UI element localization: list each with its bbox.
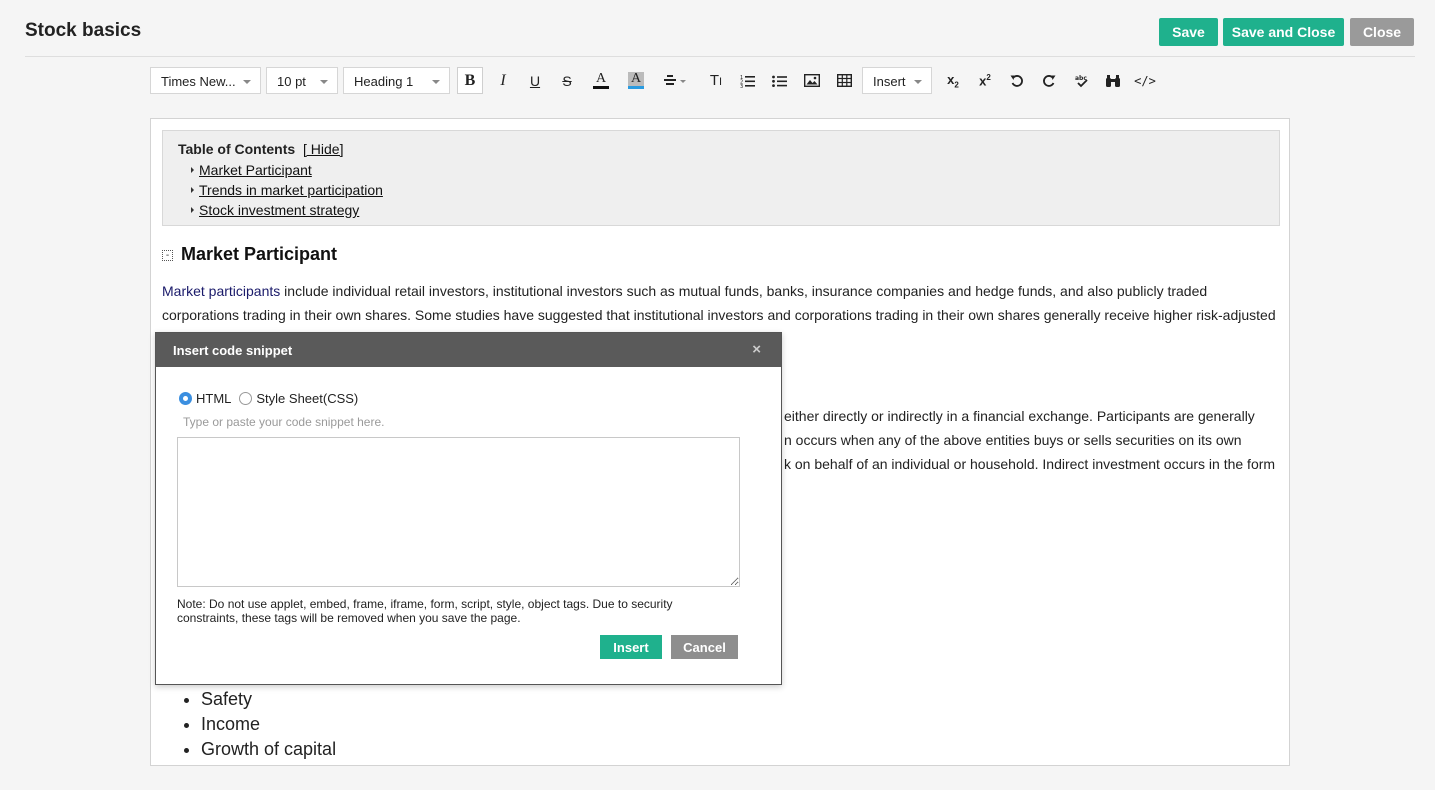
strikethrough-button[interactable]: S bbox=[554, 67, 580, 94]
para1-line2: corporations trading in their own shares… bbox=[162, 307, 1276, 323]
save-button[interactable]: Save bbox=[1159, 18, 1218, 46]
numbered-list-button[interactable]: 1 2 3 bbox=[735, 67, 761, 94]
font-color-icon: A bbox=[592, 72, 610, 89]
chevron-down-icon bbox=[243, 80, 251, 84]
underline-button[interactable]: U bbox=[522, 67, 548, 94]
arrow-right-icon bbox=[191, 207, 194, 213]
insert-dropdown-label: Insert bbox=[873, 74, 906, 89]
redo-icon bbox=[1043, 74, 1056, 87]
html-radio-label[interactable]: HTML bbox=[196, 391, 231, 406]
italic-button[interactable]: I bbox=[490, 67, 516, 94]
para2-line2: n occurs when any of the above entities … bbox=[784, 432, 1242, 448]
editor-toolbar: Times New... 10 pt Heading 1 B I U S A A… bbox=[150, 67, 1290, 94]
bullet-list-button[interactable] bbox=[767, 67, 793, 94]
binoculars-icon bbox=[1106, 74, 1120, 87]
para2-line3: k on behalf of an individual or househol… bbox=[784, 456, 1276, 472]
bold-icon: B bbox=[464, 71, 476, 89]
security-note: Note: Do not use applet, embed, frame, i… bbox=[177, 597, 673, 625]
paragraph-2: either directly or indirectly in a finan… bbox=[784, 404, 1284, 476]
table-icon bbox=[836, 74, 852, 87]
chevron-down-icon bbox=[320, 80, 328, 84]
undo-button[interactable] bbox=[1004, 67, 1030, 94]
list-item: Income bbox=[201, 712, 336, 737]
superscript-button[interactable]: x2 bbox=[972, 67, 998, 94]
insert-image-button[interactable] bbox=[799, 67, 825, 94]
paragraph-1: Market participants include individual r… bbox=[162, 279, 1282, 327]
toc-link-trends[interactable]: Trends in market participation bbox=[199, 182, 383, 198]
toc-item[interactable]: Market Participant bbox=[191, 162, 312, 178]
font-size-dropdown[interactable]: 10 pt bbox=[266, 67, 338, 94]
numbered-list-icon: 1 2 3 bbox=[740, 75, 755, 88]
table-of-contents: Table of Contents [ Hide] Market Partici… bbox=[162, 130, 1280, 226]
css-radio-label[interactable]: Style Sheet(CSS) bbox=[256, 391, 358, 406]
font-family-value: Times New... bbox=[161, 74, 236, 89]
highlight-color-icon: A bbox=[627, 72, 645, 89]
spellcheck-button[interactable]: abc bbox=[1069, 67, 1095, 94]
find-replace-button[interactable] bbox=[1100, 67, 1126, 94]
toc-link-market-participant[interactable]: Market Participant bbox=[199, 162, 312, 178]
block-format-dropdown[interactable]: Heading 1 bbox=[343, 67, 450, 94]
para2-line1: either directly or indirectly in a finan… bbox=[784, 408, 1255, 424]
list-item: Safety bbox=[201, 687, 336, 712]
term-link[interactable]: Market participants bbox=[162, 283, 280, 299]
font-color-button[interactable]: A bbox=[588, 67, 614, 94]
chevron-down-icon bbox=[432, 80, 440, 84]
dialog-header: Insert code snippet × bbox=[156, 333, 781, 367]
code-icon: </> bbox=[1134, 73, 1156, 88]
close-button[interactable]: Close bbox=[1350, 18, 1414, 46]
list-item: Growth of capital bbox=[201, 737, 336, 762]
close-icon[interactable]: × bbox=[752, 341, 761, 358]
code-snippet-hint: Type or paste your code snippet here. bbox=[183, 415, 385, 429]
section-collapse-icon[interactable]: - bbox=[162, 250, 173, 261]
page-header: Stock basics Save Save and Close Close bbox=[25, 0, 1415, 57]
font-family-dropdown[interactable]: Times New... bbox=[150, 67, 261, 94]
image-icon bbox=[804, 74, 820, 87]
redo-button[interactable] bbox=[1036, 67, 1062, 94]
spellcheck-icon: abc bbox=[1075, 75, 1088, 87]
chevron-down-icon bbox=[914, 80, 922, 84]
toc-hide-link[interactable]: [ Hide] bbox=[303, 141, 343, 157]
html-radio[interactable] bbox=[179, 392, 192, 405]
save-and-close-button[interactable]: Save and Close bbox=[1223, 18, 1344, 46]
bullet-list-icon bbox=[772, 75, 787, 87]
toc-title: Table of Contents bbox=[178, 141, 296, 157]
block-format-value: Heading 1 bbox=[354, 74, 414, 89]
toc-item[interactable]: Trends in market participation bbox=[191, 182, 383, 198]
subscript-button[interactable]: x2 bbox=[940, 67, 966, 94]
css-radio[interactable] bbox=[239, 392, 253, 405]
bold-button[interactable]: B bbox=[457, 67, 483, 94]
align-center-icon bbox=[664, 74, 686, 85]
italic-icon: I bbox=[500, 71, 506, 89]
code-snippet-textarea[interactable] bbox=[177, 437, 740, 587]
page-title: Stock basics bbox=[25, 20, 142, 41]
para1-line1: include individual retail investors, ins… bbox=[280, 283, 1208, 299]
strikethrough-icon: S bbox=[562, 72, 572, 89]
align-dropdown[interactable] bbox=[657, 67, 693, 94]
underline-icon: U bbox=[529, 72, 541, 89]
highlight-color-button[interactable]: A bbox=[623, 67, 649, 94]
superscript-icon: x2 bbox=[979, 72, 991, 89]
insert-table-button[interactable] bbox=[831, 67, 857, 94]
insert-dropdown[interactable]: Insert bbox=[862, 67, 932, 94]
insert-code-snippet-dialog: Insert code snippet × HTML Style Sheet(C… bbox=[155, 332, 782, 685]
arrow-right-icon bbox=[191, 187, 194, 193]
source-code-button[interactable]: </> bbox=[1132, 67, 1158, 94]
code-type-radio-group: HTML Style Sheet(CSS) bbox=[179, 391, 366, 406]
text-size-button[interactable]: TI bbox=[703, 67, 729, 94]
subscript-icon: x2 bbox=[947, 71, 959, 90]
svg-text:3: 3 bbox=[740, 84, 743, 88]
objectives-list: Safety Income Growth of capital bbox=[201, 687, 336, 762]
text-size-icon: TI bbox=[709, 72, 723, 89]
dialog-title: Insert code snippet bbox=[173, 343, 293, 358]
toc-item[interactable]: Stock investment strategy bbox=[191, 202, 359, 218]
undo-icon bbox=[1010, 74, 1023, 87]
cancel-button[interactable]: Cancel bbox=[671, 635, 738, 659]
insert-button[interactable]: Insert bbox=[600, 635, 662, 659]
arrow-right-icon bbox=[191, 167, 194, 173]
section-heading: Market Participant bbox=[181, 244, 338, 264]
font-size-value: 10 pt bbox=[277, 74, 306, 89]
toc-link-strategy[interactable]: Stock investment strategy bbox=[199, 202, 359, 218]
